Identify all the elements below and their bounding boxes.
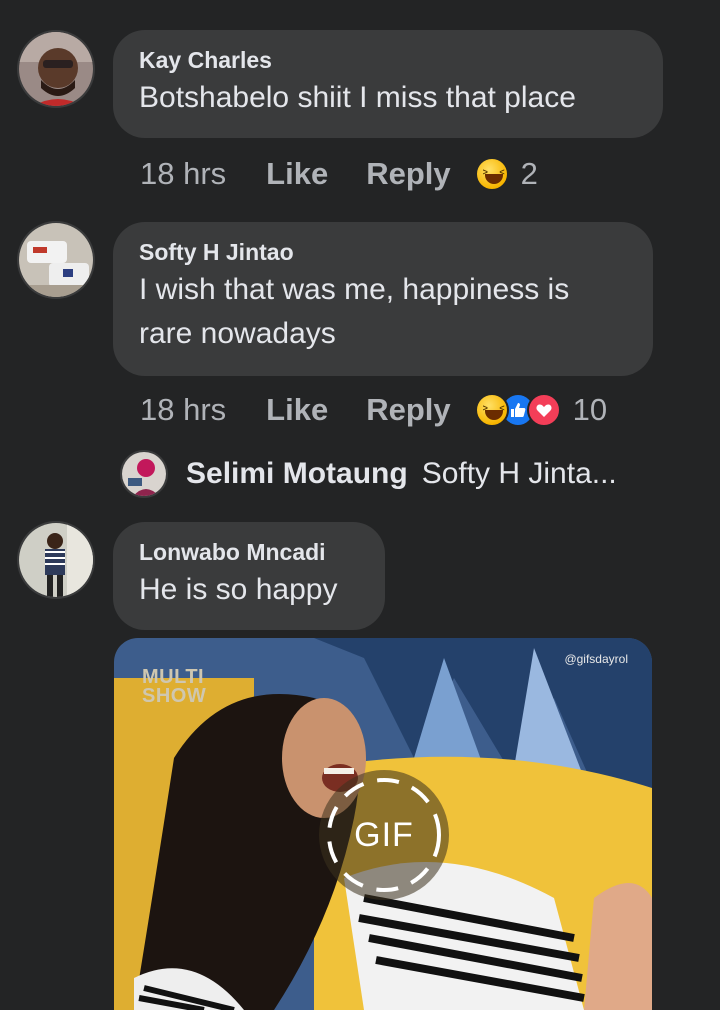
avatar[interactable] <box>17 521 95 599</box>
comment-author[interactable]: Lonwabo Mncadi <box>139 538 359 566</box>
comment-time[interactable]: 18 hrs <box>140 156 226 192</box>
comment-text-line: I wish that was me, happiness is <box>139 273 570 306</box>
reaction-summary[interactable]: > < <box>474 157 509 191</box>
comment-author[interactable]: Kay Charles <box>139 46 637 74</box>
like-button[interactable]: Like <box>266 156 328 192</box>
reply-button[interactable]: Reply <box>366 156 450 192</box>
comment-author[interactable]: Softy H Jintao <box>139 238 627 266</box>
reply-author[interactable]: Selimi Motaung <box>186 457 408 491</box>
reaction-summary[interactable]: > < <box>474 393 561 427</box>
comments-screen: Kay Charles Botshabelo shiit I miss that… <box>0 0 720 1010</box>
reaction-count[interactable]: 2 <box>521 156 538 192</box>
reaction-count[interactable]: 10 <box>573 392 607 428</box>
love-icon <box>526 393 561 427</box>
reply-preview[interactable]: Selimi Motaung Softy H Jinta... <box>120 450 617 498</box>
comment-actions: 18 hrs Like Reply > < 2 <box>140 154 538 194</box>
avatar[interactable] <box>120 450 168 498</box>
comment-bubble: Softy H Jintao I wish that was me, happi… <box>113 222 653 376</box>
comment-text: He is so happy <box>139 573 338 606</box>
comment-bubble: Lonwabo Mncadi He is so happy <box>113 522 385 630</box>
gif-label: GIF <box>354 815 414 854</box>
brand-watermark: MULTI SHOW <box>142 667 207 707</box>
avatar[interactable] <box>17 30 95 108</box>
comment-actions: 18 hrs Like Reply > < 10 <box>140 390 607 430</box>
comment-time[interactable]: 18 hrs <box>140 392 226 428</box>
brand-line: SHOW <box>142 685 207 707</box>
reply-snippet[interactable]: Softy H Jinta... <box>422 457 617 491</box>
comment-text: I wish that was me, happiness is rare no… <box>139 268 627 356</box>
haha-icon: > < <box>474 157 509 191</box>
like-button[interactable]: Like <box>266 392 328 428</box>
gif-watermark: @gifsdayrol <box>564 652 628 666</box>
comment-text: Botshabelo shiit I miss that place <box>139 81 576 114</box>
avatar[interactable] <box>17 221 95 299</box>
comment-bubble: Kay Charles Botshabelo shiit I miss that… <box>113 30 663 138</box>
gif-play-badge[interactable]: GIF <box>319 770 449 900</box>
haha-icon: > < <box>474 393 509 427</box>
comment-text-line: rare nowadays <box>139 317 336 350</box>
reply-button[interactable]: Reply <box>366 392 450 428</box>
